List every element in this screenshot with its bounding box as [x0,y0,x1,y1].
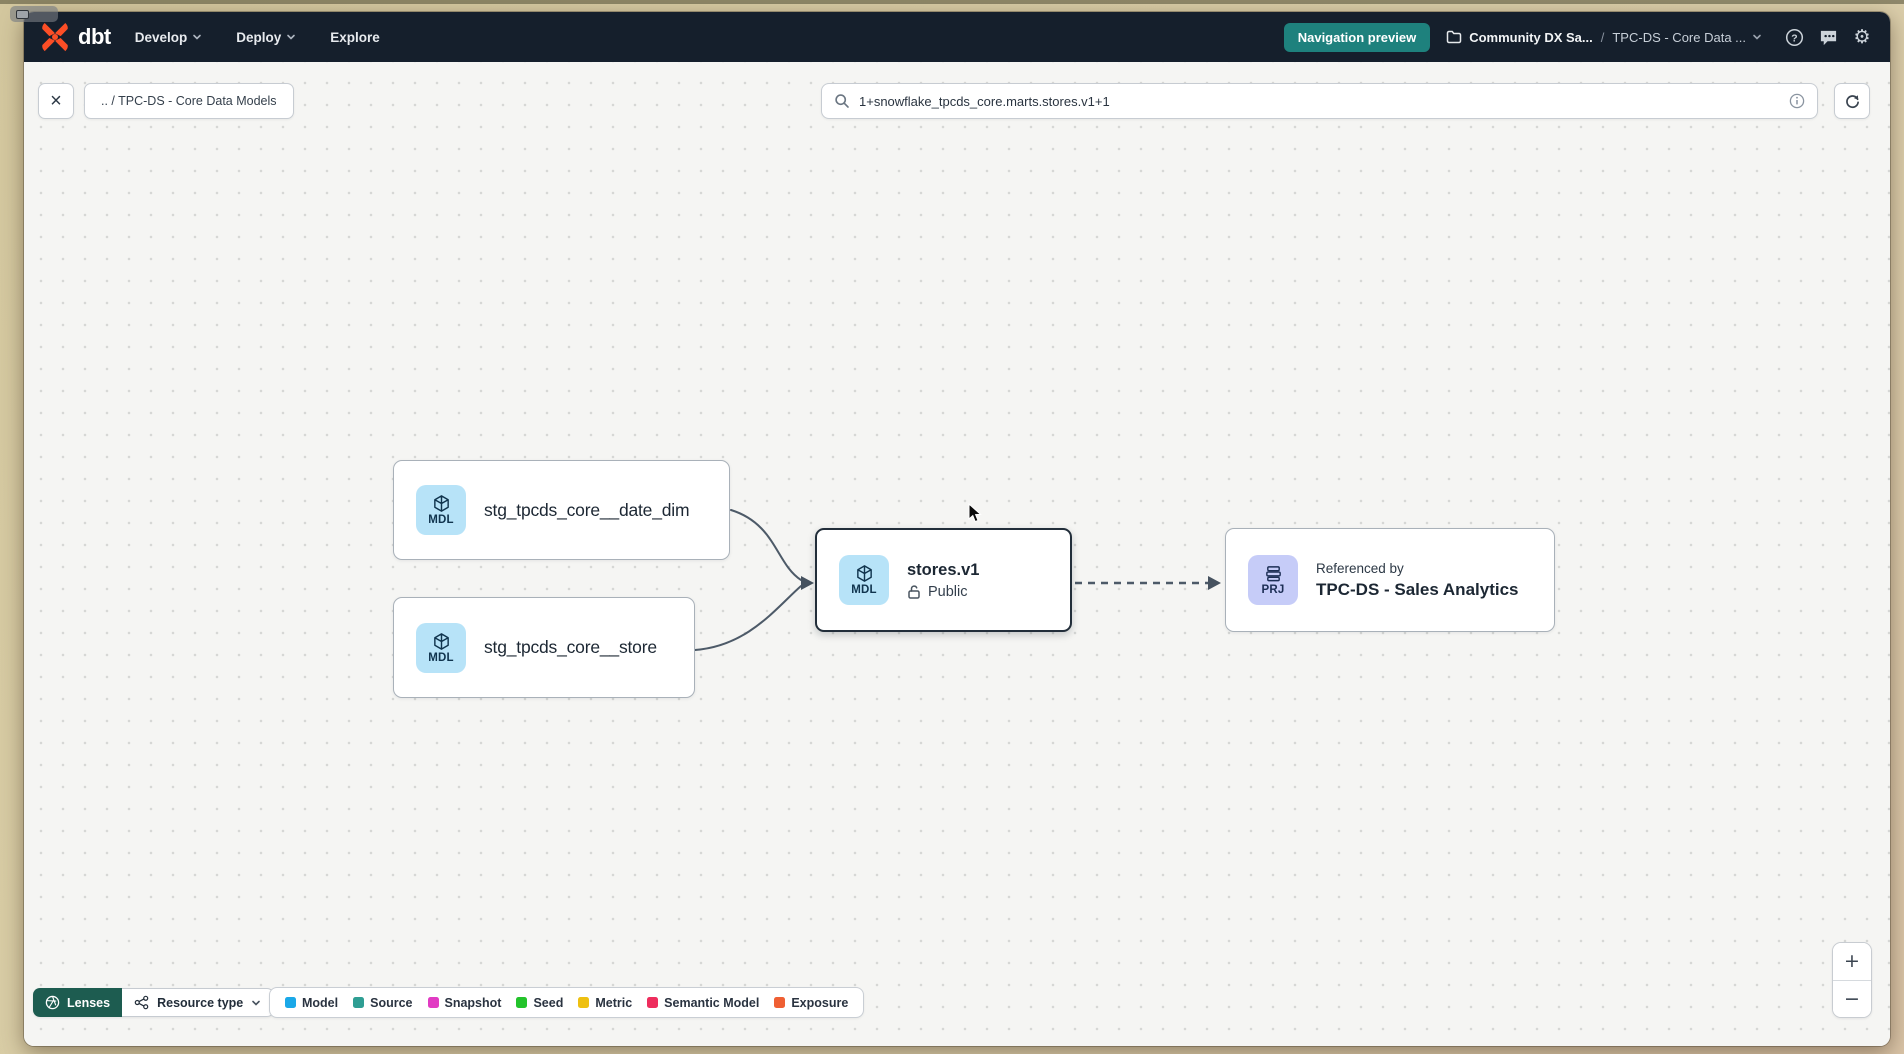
legend-swatch [428,997,439,1008]
main-menu: Develop Deploy Explore [135,30,380,45]
cube-icon [432,494,451,513]
refresh-button[interactable] [1834,83,1870,119]
navigation-preview-badge[interactable]: Navigation preview [1284,23,1430,52]
unlock-icon [907,584,921,599]
legend-swatch [516,997,527,1008]
zoom-out-button[interactable]: − [1833,981,1871,1018]
breadcrumb-separator: / [1601,30,1605,45]
resource-legend: Model Source Snapshot Seed Metric Semant… [269,987,864,1018]
search-icon [834,93,850,109]
chevron-down-icon [192,32,202,42]
cube-icon [432,632,451,651]
node-stores-v1[interactable]: MDL stores.v1 Public [815,528,1072,632]
referenced-by-label: Referenced by [1316,561,1519,576]
badge-label: MDL [428,652,454,664]
node-label: stg_tpcds_core__store [484,637,657,658]
cube-icon [855,564,874,583]
account-name: Community DX Sa... [1469,30,1593,45]
svg-text:?: ? [1791,33,1797,44]
legend-snapshot: Snapshot [428,996,502,1010]
node-access-row: Public [907,584,979,600]
edge-store-to-stores [695,586,801,650]
badge-label: MDL [428,514,454,526]
legend-model: Model [285,996,338,1010]
gear-icon[interactable]: ⚙ [1852,27,1872,47]
lineage-search [821,83,1818,119]
legend-exposure: Exposure [774,996,848,1010]
dbt-logo[interactable]: dbt [40,22,111,52]
zoom-controls: + − [1832,942,1872,1018]
close-lineage-button[interactable]: × [38,83,74,119]
legend-swatch [578,997,589,1008]
resource-type-label: Resource type [157,996,243,1010]
chevron-down-icon [251,998,261,1008]
navbar-icon-group: ? ⚙ [1784,27,1872,47]
dbt-logo-text: dbt [78,24,111,50]
project-title: TPC-DS - Sales Analytics [1316,580,1519,600]
help-icon[interactable]: ? [1784,27,1804,47]
badge-label: PRJ [1262,584,1285,596]
legend-metric: Metric [578,996,632,1010]
menu-deploy-label: Deploy [236,30,281,45]
navbar-right: Navigation preview Community DX Sa... / … [1284,23,1872,52]
menu-develop[interactable]: Develop [135,30,203,45]
account-crumb[interactable]: Community DX Sa... [1446,30,1593,45]
resource-type-icon [134,995,149,1010]
legend-source: Source [353,996,412,1010]
canvas-controls: Lenses Resource type [33,988,274,1017]
access-label: Public [928,584,968,600]
legend-swatch [774,997,785,1008]
legend-swatch [285,997,296,1008]
window-icon [16,10,29,19]
legend-seed: Seed [516,996,563,1010]
legend-semantic-model: Semantic Model [647,996,759,1010]
chevron-down-icon [1752,32,1762,42]
arrowhead [1208,576,1221,590]
resource-type-button[interactable]: Resource type [122,988,274,1017]
edge-date-dim-to-stores [731,510,801,580]
project-name: TPC-DS - Core Data ... [1612,30,1746,45]
feedback-icon[interactable] [1818,27,1838,47]
app-window: dbt Develop Deploy Explore Navigation pr… [24,12,1890,1046]
node-tpcds-sales-analytics[interactable]: PRJ Referenced by TPC-DS - Sales Analyti… [1225,528,1555,632]
chevron-down-icon [286,32,296,42]
lenses-label: Lenses [67,996,110,1010]
node-label: stg_tpcds_core__date_dim [484,500,689,521]
model-badge: MDL [839,555,889,605]
badge-label: MDL [851,584,877,596]
lens-icon [45,995,60,1010]
mouse-cursor [968,503,984,525]
node-title: stores.v1 [907,561,979,580]
zoom-in-button[interactable]: + [1833,943,1871,980]
dbt-logo-icon [40,22,70,52]
top-navbar: dbt Develop Deploy Explore Navigation pr… [24,12,1890,62]
folder-icon [1446,30,1462,44]
lineage-canvas[interactable]: × .. / TPC-DS - Core Data Models [24,62,1890,1046]
menu-explore[interactable]: Explore [330,30,380,45]
model-badge: MDL [416,485,466,535]
refresh-icon [1844,93,1861,110]
archive-icon [1264,564,1283,583]
lineage-breadcrumb[interactable]: .. / TPC-DS - Core Data Models [84,83,294,119]
lenses-button[interactable]: Lenses [33,988,122,1017]
node-stg-tpcds-core-date-dim[interactable]: MDL stg_tpcds_core__date_dim [393,460,730,560]
screenshot-tab-artifact [10,6,58,22]
node-stg-tpcds-core-store[interactable]: MDL stg_tpcds_core__store [393,597,695,698]
legend-swatch [353,997,364,1008]
info-icon[interactable] [1789,93,1805,109]
menu-deploy[interactable]: Deploy [236,30,296,45]
project-breadcrumb: Community DX Sa... / TPC-DS - Core Data … [1446,30,1762,45]
legend-swatch [647,997,658,1008]
model-badge: MDL [416,623,466,673]
menu-develop-label: Develop [135,30,188,45]
menu-explore-label: Explore [330,30,380,45]
project-crumb[interactable]: TPC-DS - Core Data ... [1612,30,1762,45]
project-badge: PRJ [1248,555,1298,605]
search-input[interactable] [859,94,1789,109]
arrowhead [801,576,814,590]
